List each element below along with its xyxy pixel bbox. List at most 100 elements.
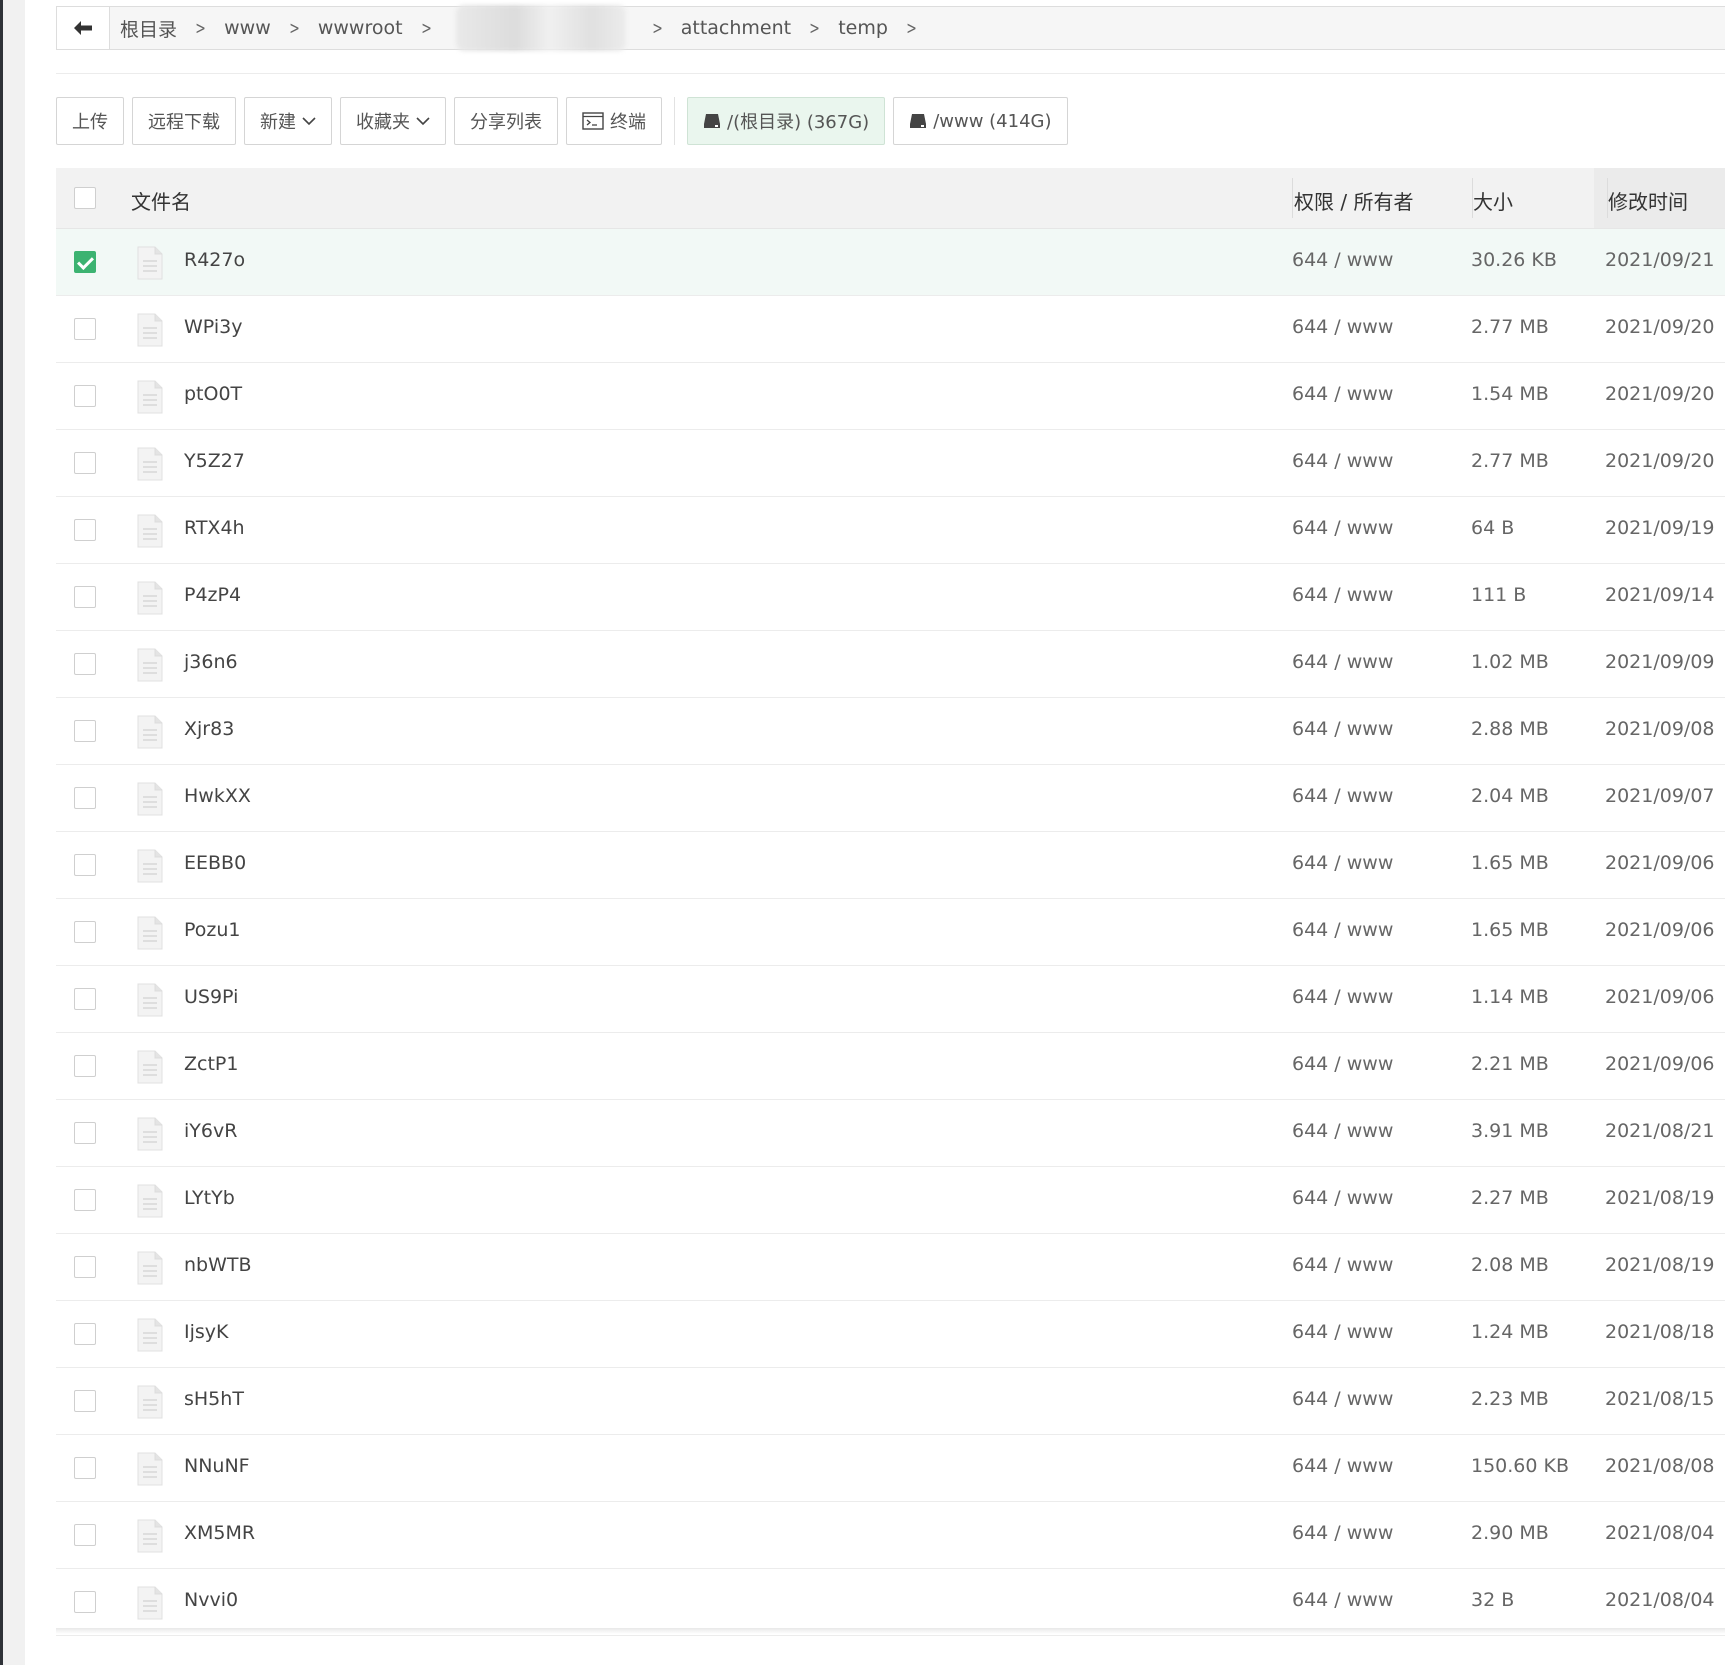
- table-row[interactable]: Nvvi0 644 / www 32 B 2021/08/04: [56, 1569, 1725, 1636]
- file-name[interactable]: nbWTB: [184, 1254, 252, 1276]
- row-checkbox[interactable]: [74, 720, 96, 742]
- table-row[interactable]: P4zP4 644 / www 111 B 2021/09/14: [56, 564, 1725, 631]
- row-checkbox[interactable]: [74, 1323, 96, 1345]
- row-checkbox[interactable]: [74, 1122, 96, 1144]
- row-checkbox[interactable]: [74, 854, 96, 876]
- table-row[interactable]: IjsyK 644 / www 1.24 MB 2021/08/18: [56, 1301, 1725, 1368]
- row-checkbox[interactable]: [74, 1055, 96, 1077]
- file-permission[interactable]: 644 / www: [1292, 986, 1393, 1008]
- row-checkbox[interactable]: [74, 519, 96, 541]
- table-row[interactable]: Y5Z27 644 / www 2.77 MB 2021/09/20: [56, 430, 1725, 497]
- table-row[interactable]: ptO0T 644 / www 1.54 MB 2021/09/20: [56, 363, 1725, 430]
- table-row[interactable]: NNuNF 644 / www 150.60 KB 2021/08/08: [56, 1435, 1725, 1502]
- file-name[interactable]: XM5MR: [184, 1522, 255, 1544]
- column-header-size[interactable]: 大小: [1473, 186, 1513, 215]
- row-checkbox[interactable]: [74, 251, 96, 273]
- back-button[interactable]: [57, 7, 110, 49]
- file-permission[interactable]: 644 / www: [1292, 1522, 1393, 1544]
- file-permission[interactable]: 644 / www: [1292, 1589, 1393, 1611]
- breadcrumb-item-root[interactable]: 根目录: [120, 15, 177, 42]
- file-permission[interactable]: 644 / www: [1292, 249, 1393, 271]
- file-name[interactable]: j36n6: [184, 651, 238, 673]
- file-permission[interactable]: 644 / www: [1292, 785, 1393, 807]
- file-permission[interactable]: 644 / www: [1292, 1455, 1393, 1477]
- breadcrumb-item-redacted[interactable]: [455, 5, 626, 51]
- file-name[interactable]: RTX4h: [184, 517, 245, 539]
- file-name[interactable]: IjsyK: [184, 1321, 229, 1343]
- table-row[interactable]: Xjr83 644 / www 2.88 MB 2021/09/08: [56, 698, 1725, 765]
- file-permission[interactable]: 644 / www: [1292, 383, 1393, 405]
- table-row[interactable]: R427o 644 / www 30.26 KB 2021/09/21: [56, 229, 1725, 296]
- row-checkbox[interactable]: [74, 318, 96, 340]
- file-permission[interactable]: 644 / www: [1292, 1388, 1393, 1410]
- table-row[interactable]: ZctP1 644 / www 2.21 MB 2021/09/06: [56, 1033, 1725, 1100]
- share-list-button[interactable]: 分享列表: [454, 97, 558, 145]
- breadcrumb-item-www[interactable]: www: [224, 17, 271, 39]
- file-name[interactable]: P4zP4: [184, 584, 241, 606]
- table-row[interactable]: sH5hT 644 / www 2.23 MB 2021/08/15: [56, 1368, 1725, 1435]
- row-checkbox[interactable]: [74, 385, 96, 407]
- column-header-modified[interactable]: 修改时间: [1608, 186, 1688, 215]
- file-name[interactable]: US9Pi: [184, 986, 238, 1008]
- file-name[interactable]: WPi3y: [184, 316, 242, 338]
- file-permission[interactable]: 644 / www: [1292, 450, 1393, 472]
- row-checkbox[interactable]: [74, 988, 96, 1010]
- file-permission[interactable]: 644 / www: [1292, 1187, 1393, 1209]
- row-checkbox[interactable]: [74, 586, 96, 608]
- breadcrumb-item-attachment[interactable]: attachment: [681, 17, 791, 39]
- table-row[interactable]: Pozu1 644 / www 1.65 MB 2021/09/06: [56, 899, 1725, 966]
- file-name[interactable]: Xjr83: [184, 718, 234, 740]
- row-checkbox[interactable]: [74, 1457, 96, 1479]
- column-header-permission[interactable]: 权限 / 所有者: [1294, 186, 1413, 215]
- file-permission[interactable]: 644 / www: [1292, 1254, 1393, 1276]
- file-permission[interactable]: 644 / www: [1292, 718, 1393, 740]
- row-checkbox[interactable]: [74, 787, 96, 809]
- file-name[interactable]: R427o: [184, 249, 245, 271]
- file-name[interactable]: Y5Z27: [184, 450, 245, 472]
- table-row[interactable]: LYtYb 644 / www 2.27 MB 2021/08/19: [56, 1167, 1725, 1234]
- file-name[interactable]: sH5hT: [184, 1388, 244, 1410]
- row-checkbox[interactable]: [74, 1256, 96, 1278]
- file-permission[interactable]: 644 / www: [1292, 584, 1393, 606]
- row-checkbox[interactable]: [74, 921, 96, 943]
- select-all-checkbox[interactable]: [74, 187, 96, 209]
- table-row[interactable]: EEBB0 644 / www 1.65 MB 2021/09/06: [56, 832, 1725, 899]
- file-permission[interactable]: 644 / www: [1292, 852, 1393, 874]
- file-name[interactable]: EEBB0: [184, 852, 246, 874]
- file-permission[interactable]: 644 / www: [1292, 517, 1393, 539]
- table-row[interactable]: j36n6 644 / www 1.02 MB 2021/09/09: [56, 631, 1725, 698]
- file-permission[interactable]: 644 / www: [1292, 1053, 1393, 1075]
- table-row[interactable]: nbWTB 644 / www 2.08 MB 2021/08/19: [56, 1234, 1725, 1301]
- table-row[interactable]: XM5MR 644 / www 2.90 MB 2021/08/04: [56, 1502, 1725, 1569]
- table-row[interactable]: RTX4h 644 / www 64 B 2021/09/19: [56, 497, 1725, 564]
- upload-button[interactable]: 上传: [56, 97, 124, 145]
- favorites-dropdown-button[interactable]: 收藏夹: [340, 97, 446, 145]
- disk-root-button[interactable]: /(根目录) (367G): [687, 97, 886, 145]
- file-name[interactable]: LYtYb: [184, 1187, 235, 1209]
- breadcrumb-item-wwwroot[interactable]: wwwroot: [318, 17, 403, 39]
- file-name[interactable]: NNuNF: [184, 1455, 250, 1477]
- disk-www-button[interactable]: /www (414G): [893, 97, 1068, 145]
- table-row[interactable]: HwkXX 644 / www 2.04 MB 2021/09/07: [56, 765, 1725, 832]
- row-checkbox[interactable]: [74, 1591, 96, 1613]
- terminal-button[interactable]: 终端: [566, 97, 662, 145]
- remote-download-button[interactable]: 远程下载: [132, 97, 236, 145]
- file-permission[interactable]: 644 / www: [1292, 1321, 1393, 1343]
- new-dropdown-button[interactable]: 新建: [244, 97, 332, 145]
- row-checkbox[interactable]: [74, 653, 96, 675]
- row-checkbox[interactable]: [74, 1189, 96, 1211]
- breadcrumb-item-temp[interactable]: temp: [838, 17, 888, 39]
- table-row[interactable]: iY6vR 644 / www 3.91 MB 2021/08/21: [56, 1100, 1725, 1167]
- table-row[interactable]: US9Pi 644 / www 1.14 MB 2021/09/06: [56, 966, 1725, 1033]
- file-name[interactable]: iY6vR: [184, 1120, 237, 1142]
- row-checkbox[interactable]: [74, 452, 96, 474]
- file-name[interactable]: HwkXX: [184, 785, 251, 807]
- row-checkbox[interactable]: [74, 1390, 96, 1412]
- column-header-name[interactable]: 文件名: [131, 186, 191, 215]
- file-permission[interactable]: 644 / www: [1292, 316, 1393, 338]
- file-name[interactable]: Nvvi0: [184, 1589, 238, 1611]
- table-row[interactable]: WPi3y 644 / www 2.77 MB 2021/09/20: [56, 296, 1725, 363]
- file-name[interactable]: ZctP1: [184, 1053, 238, 1075]
- file-name[interactable]: Pozu1: [184, 919, 241, 941]
- file-permission[interactable]: 644 / www: [1292, 651, 1393, 673]
